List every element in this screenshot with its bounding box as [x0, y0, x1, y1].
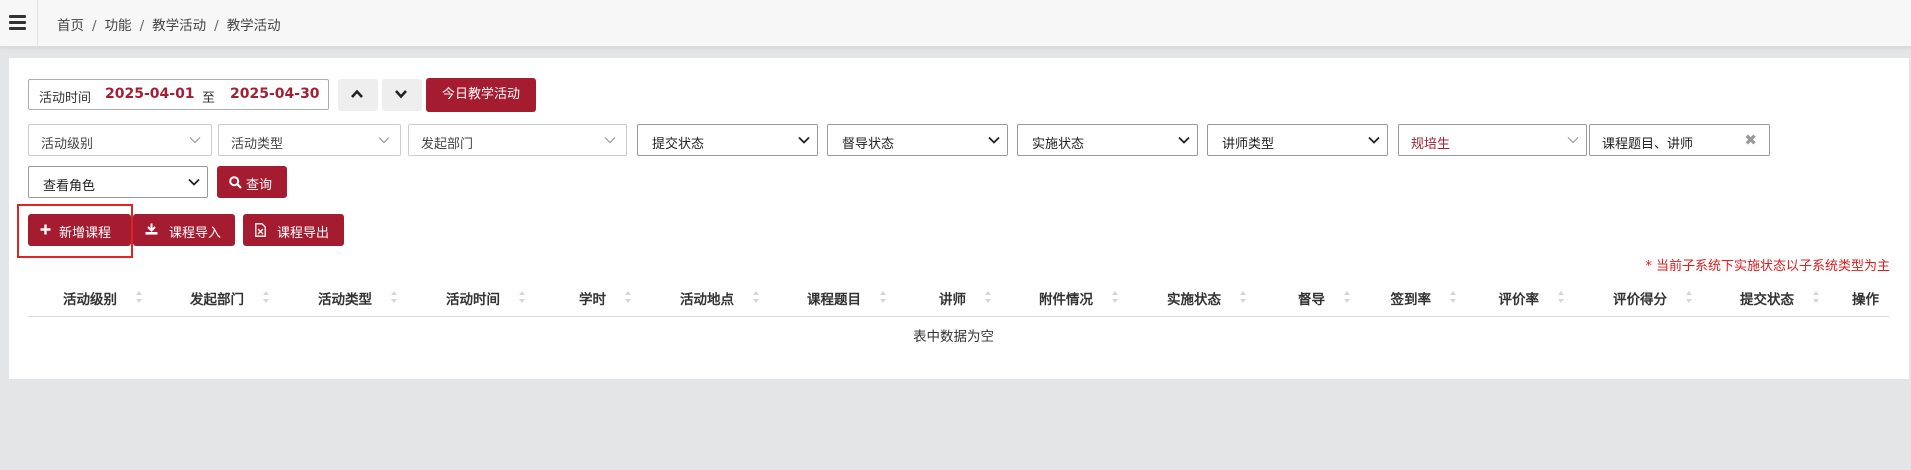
sort-icon — [136, 291, 142, 303]
keyword-search-input[interactable]: 课程题目、讲师 ✖ — [1589, 124, 1770, 156]
sort-icon — [625, 291, 631, 303]
supervise-status-select[interactable]: 督导状态 — [827, 124, 1008, 156]
hamburger-menu-icon[interactable] — [0, 0, 38, 46]
breadcrumb-function[interactable]: 功能 — [105, 18, 132, 34]
breadcrumb: 首页 / 功能 / 教学活动 / 教学活动 — [57, 18, 281, 34]
department-select[interactable]: 发起部门 — [408, 124, 627, 156]
highlight-frame — [17, 204, 133, 258]
implementation-status-select[interactable]: 实施状态 — [1017, 124, 1198, 156]
today-activities-button[interactable]: 今日教学活动 — [426, 78, 536, 112]
sort-icon — [391, 291, 397, 303]
sort-icon — [1344, 291, 1350, 303]
col-activity-time[interactable]: 活动时间 — [410, 277, 538, 316]
trainee-select[interactable]: 规培生 — [1398, 124, 1587, 156]
col-hours[interactable]: 学时 — [538, 277, 644, 316]
col-activity-type[interactable]: 活动类型 — [282, 277, 410, 316]
chevron-down-icon — [1567, 137, 1579, 144]
sort-icon — [753, 291, 759, 303]
top-bar: 首页 / 功能 / 教学活动 / 教学活动 — [0, 0, 1911, 47]
course-table: 活动级别 发起部门 活动类型 活动时间 学时 活动地点 课程题目 讲师 附件情况… — [28, 277, 1889, 345]
chevron-down-icon — [188, 178, 200, 186]
chevron-down-icon — [988, 136, 1000, 144]
chevron-down-icon — [798, 136, 810, 144]
activity-type-select[interactable]: 活动类型 — [218, 124, 401, 156]
col-course-title[interactable]: 课程题目 — [772, 277, 899, 316]
col-impl-status[interactable]: 实施状态 — [1131, 277, 1259, 316]
sort-icon — [519, 291, 525, 303]
sort-icon — [1112, 291, 1118, 303]
col-submit-status[interactable]: 提交状态 — [1705, 277, 1832, 316]
sort-icon — [1558, 291, 1564, 303]
col-department[interactable]: 发起部门 — [155, 277, 282, 316]
clear-icon[interactable]: ✖ — [1744, 131, 1757, 149]
chevron-down-icon — [1368, 136, 1380, 144]
import-course-button[interactable]: 课程导入 — [133, 214, 235, 246]
end-date[interactable]: 2025-04-30 — [230, 86, 320, 102]
col-location[interactable]: 活动地点 — [644, 277, 772, 316]
table-header: 活动级别 发起部门 活动类型 活动时间 学时 活动地点 课程题目 讲师 附件情况… — [28, 277, 1889, 317]
date-range-picker[interactable]: 活动时间 2025-04-01 至 2025-04-30 — [28, 79, 329, 110]
export-course-button[interactable]: 课程导出 — [243, 214, 344, 246]
file-excel-icon — [255, 223, 266, 237]
chevron-down-icon — [1178, 136, 1190, 144]
col-lecturer[interactable]: 讲师 — [899, 277, 1004, 316]
table-empty-message: 表中数据为空 — [913, 329, 994, 345]
sort-icon — [1450, 291, 1456, 303]
col-checkin-rate[interactable]: 签到率 — [1363, 277, 1469, 316]
date-range-separator: 至 — [202, 91, 216, 106]
col-attachments[interactable]: 附件情况 — [1004, 277, 1131, 316]
chevron-up-icon — [351, 89, 363, 98]
chevron-down-icon — [189, 137, 201, 144]
col-activity-level[interactable]: 活动级别 — [28, 277, 155, 316]
search-icon — [229, 176, 242, 189]
view-role-select[interactable]: 查看角色 — [28, 166, 208, 198]
download-icon — [145, 223, 158, 235]
main-panel: 活动时间 2025-04-01 至 2025-04-30 今日教学活动 活动级别… — [9, 58, 1909, 379]
activity-level-select[interactable]: 活动级别 — [28, 124, 212, 156]
next-month-button[interactable] — [382, 79, 422, 111]
chevron-down-icon — [378, 137, 390, 144]
sort-icon — [263, 291, 269, 303]
lecturer-type-select[interactable]: 讲师类型 — [1207, 124, 1388, 156]
col-actions: 操作 — [1852, 292, 1879, 308]
date-range-label: 活动时间 — [39, 91, 92, 106]
sort-icon — [880, 291, 886, 303]
submit-status-select[interactable]: 提交状态 — [637, 124, 818, 156]
chevron-down-icon — [395, 90, 407, 99]
breadcrumb-teaching[interactable]: 教学活动 — [152, 18, 206, 34]
col-supervision[interactable]: 督导 — [1259, 277, 1363, 316]
implementation-status-note: * 当前子系统下实施状态以子系统类型为主 — [1645, 259, 1890, 274]
sort-icon — [1813, 291, 1819, 303]
prev-month-button[interactable] — [338, 79, 378, 111]
start-date[interactable]: 2025-04-01 — [105, 86, 195, 102]
sort-icon — [1686, 291, 1692, 303]
col-review-score[interactable]: 评价得分 — [1577, 277, 1705, 316]
col-review-rate[interactable]: 评价率 — [1469, 277, 1577, 316]
sort-icon — [1240, 291, 1246, 303]
breadcrumb-home[interactable]: 首页 — [57, 18, 84, 34]
sort-icon — [985, 291, 991, 303]
search-button[interactable]: 查询 — [217, 166, 287, 198]
breadcrumb-current: 教学活动 — [226, 18, 281, 34]
chevron-down-icon — [604, 137, 616, 144]
